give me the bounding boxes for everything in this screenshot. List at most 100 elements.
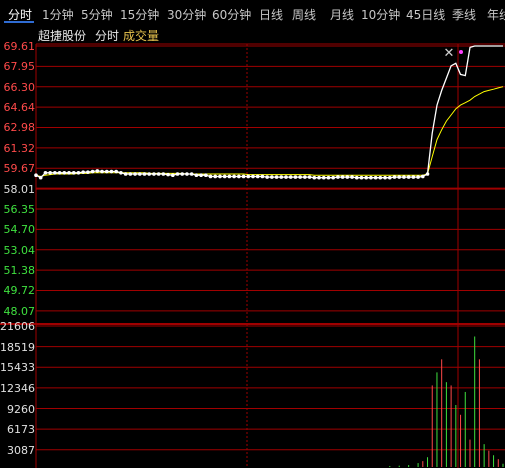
volume-axis-label: 9260 <box>7 402 35 416</box>
price-point <box>326 175 331 180</box>
price-axis-label: 49.72 <box>3 284 36 298</box>
price-point <box>411 175 416 179</box>
price-point <box>133 172 137 176</box>
price-point <box>293 175 298 179</box>
volume-axis-label: 18519 <box>0 340 35 354</box>
price-point <box>373 175 378 180</box>
price-point <box>298 175 302 179</box>
price-point <box>378 175 383 180</box>
price-point <box>340 175 345 179</box>
price-point <box>421 174 425 179</box>
price-point <box>392 175 397 179</box>
price-point <box>57 170 62 175</box>
price-point <box>260 174 265 179</box>
price-point <box>241 174 246 179</box>
price-point <box>104 169 109 174</box>
price-point <box>237 174 241 179</box>
volume-axis-label: 6173 <box>7 423 35 437</box>
price-point <box>48 170 52 175</box>
price-point <box>208 174 213 179</box>
volume-axis-label: 15433 <box>0 361 35 375</box>
price-point <box>416 175 420 179</box>
price-point <box>227 174 232 179</box>
price-point <box>123 172 128 176</box>
price-point <box>251 174 255 179</box>
price-point <box>95 169 100 173</box>
price-axis-label: 53.04 <box>3 243 36 257</box>
price-point <box>321 175 326 180</box>
price-point <box>170 173 175 178</box>
price-axis-label: 56.35 <box>3 202 36 216</box>
price-point <box>71 170 76 175</box>
price-point <box>180 172 185 176</box>
price-point <box>307 175 312 179</box>
price-point <box>142 172 147 176</box>
price-point <box>383 175 387 180</box>
price-point <box>274 175 279 179</box>
price-point <box>402 175 406 179</box>
price-axis-label: 64.64 <box>3 101 36 115</box>
price-point <box>359 175 364 180</box>
price-point <box>406 175 411 179</box>
price-axis-label: 54.70 <box>3 223 36 237</box>
price-point <box>204 173 208 178</box>
price-point <box>312 175 317 180</box>
price-point <box>62 170 67 175</box>
price-axis-label: 51.38 <box>3 264 36 278</box>
volume-axis-label: 3087 <box>7 443 35 457</box>
price-point <box>86 170 90 174</box>
price-point <box>265 175 269 179</box>
volume-axis-label: 21606 <box>0 320 35 333</box>
price-point <box>336 175 340 179</box>
price-point <box>303 175 307 179</box>
price-point <box>76 170 81 175</box>
price-axis-label: 61.32 <box>3 141 36 155</box>
price-axis-label: 62.98 <box>3 121 36 135</box>
price-axis-label: 48.07 <box>3 304 36 318</box>
price-line <box>35 45 503 179</box>
intraday-chart[interactable] <box>0 0 505 468</box>
price-point <box>354 175 359 180</box>
price-point <box>246 174 251 179</box>
price-point <box>53 170 57 175</box>
price-point <box>161 172 166 176</box>
price-point <box>270 175 274 179</box>
price-axis-label: 66.30 <box>3 80 36 94</box>
price-axis-label: 59.67 <box>3 162 36 176</box>
marker-dot-icon <box>459 50 463 54</box>
price-point <box>331 175 335 180</box>
price-point <box>222 174 227 179</box>
price-point <box>288 175 293 179</box>
price-point <box>199 173 203 178</box>
price-point <box>345 175 350 179</box>
price-axis-label: 67.95 <box>3 60 36 74</box>
price-point <box>185 172 189 176</box>
price-axis-label: 58.01 <box>3 182 36 196</box>
close-icon[interactable]: ✕ <box>442 47 456 61</box>
price-point <box>137 172 142 176</box>
price-point <box>119 170 123 175</box>
price-point <box>218 174 222 179</box>
price-point <box>387 175 392 180</box>
price-point <box>67 170 71 175</box>
price-axis-label: 69.61 <box>3 40 36 53</box>
price-point <box>364 175 369 180</box>
price-point <box>166 172 170 177</box>
price-point <box>81 170 85 174</box>
price-point <box>425 172 430 176</box>
price-point <box>100 169 104 174</box>
price-point <box>284 175 288 179</box>
price-point <box>43 170 48 175</box>
price-point <box>255 174 260 179</box>
volume-axis-label: 12346 <box>0 381 35 395</box>
price-point <box>114 169 118 174</box>
price-point <box>279 175 284 179</box>
price-point <box>175 172 180 176</box>
price-point <box>38 175 43 180</box>
price-point <box>147 172 152 176</box>
price-point <box>232 174 236 179</box>
price-point <box>369 175 373 180</box>
price-point <box>194 173 199 178</box>
price-point <box>90 169 95 174</box>
price-point <box>128 172 133 176</box>
